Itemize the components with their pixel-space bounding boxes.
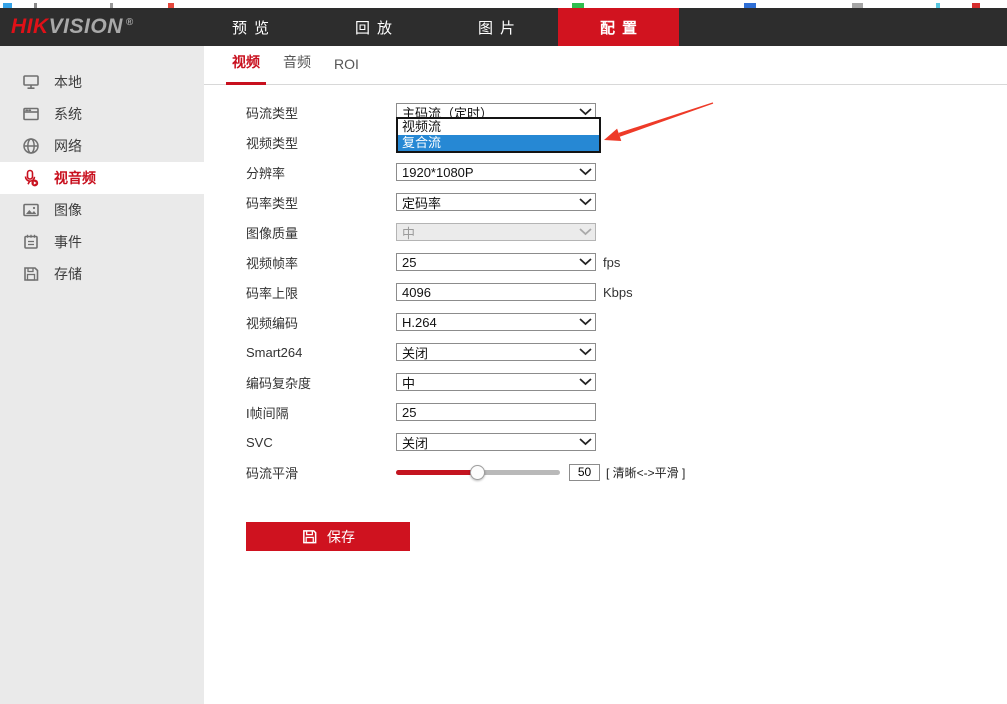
field-label: 码率类型 (246, 193, 396, 212)
field-label: 图像质量 (246, 223, 396, 242)
sidebar-item-network[interactable]: 网络 (0, 130, 204, 162)
tab-audio[interactable]: 音频 (277, 52, 317, 84)
field-label: 编码复杂度 (246, 373, 396, 392)
dropdown-option-video-stream[interactable]: 视频流 (398, 119, 599, 135)
row-max-bitrate: 码率上限 Kbps (246, 283, 806, 301)
smoothing-slider[interactable] (396, 463, 560, 481)
browser-bookmarks-strip (0, 0, 1007, 8)
chevron-down-icon (579, 258, 592, 266)
iframe-interval-input[interactable] (396, 403, 596, 421)
sidebar-item-audio-video[interactable]: 视音频 (0, 162, 204, 194)
row-bitrate-type: 码率类型 定码率 (246, 193, 806, 211)
storage-floppy-icon (21, 264, 41, 284)
save-button[interactable]: 保存 (246, 522, 410, 551)
sidebar-item-event[interactable]: 事件 (0, 226, 204, 258)
row-frame-rate: 视频帧率 25 fps (246, 253, 806, 271)
encoding-complexity-select[interactable]: 中 (396, 373, 596, 391)
field-label: 码流类型 (246, 103, 396, 122)
sidebar-item-label: 图像 (54, 200, 82, 220)
sidebar-item-local[interactable]: 本地 (0, 66, 204, 98)
sidebar-item-label: 事件 (54, 232, 82, 252)
chevron-down-icon (579, 348, 592, 356)
smoothing-hint-label: [ 清晰<->平滑 ] (606, 464, 685, 481)
field-label: 视频编码 (246, 313, 396, 332)
hikvision-logo: HIKVISION® (11, 8, 134, 46)
row-iframe-interval: I帧间隔 (246, 403, 806, 421)
sidebar-item-label: 存储 (54, 264, 82, 284)
logo-text-vision: VISION (49, 15, 123, 39)
bitrate-type-select[interactable]: 定码率 (396, 193, 596, 211)
save-button-label: 保存 (327, 527, 355, 547)
field-label: 码率上限 (246, 283, 396, 302)
row-image-quality: 图像质量 中 (246, 223, 806, 241)
settings-sidebar: 本地 系统 网络 视音频 图像 事件 存储 (0, 46, 204, 704)
sidebar-item-label: 本地 (54, 72, 82, 92)
video-settings-form: 码流类型 主码流（定时） 视频流 复合流 视频类型 (246, 103, 806, 493)
network-globe-icon (21, 136, 41, 156)
svc-select[interactable]: 关闭 (396, 433, 596, 451)
main-content: 视频 音频 ROI 码流类型 主码流（定时） 视频流 复合流 (204, 46, 1007, 704)
hikvision-config-page: HIKVISION® 预览 回放 图片 配置 本地 系统 网络 视音频 图像 (0, 0, 1007, 704)
unit-label-kbps: Kbps (603, 285, 633, 300)
tab-video[interactable]: 视频 (226, 52, 266, 84)
image-quality-select-disabled: 中 (396, 223, 596, 241)
field-label: 视频帧率 (246, 253, 396, 272)
chevron-down-icon (579, 228, 592, 236)
image-icon (21, 200, 41, 220)
frame-rate-select[interactable]: 25 (396, 253, 596, 271)
smoothing-value-input[interactable] (569, 464, 600, 481)
nav-tab-playback[interactable]: 回放 (313, 8, 434, 46)
nav-tab-picture[interactable]: 图片 (436, 8, 557, 46)
row-stream-type: 码流类型 主码流（定时） 视频流 复合流 (246, 103, 806, 121)
slider-fill (396, 470, 478, 475)
logo-text-hik: HIK (11, 15, 49, 39)
nav-tab-configuration[interactable]: 配置 (558, 8, 679, 46)
sidebar-item-image[interactable]: 图像 (0, 194, 204, 226)
sidebar-item-storage[interactable]: 存储 (0, 258, 204, 290)
row-encoding-complexity: 编码复杂度 中 (246, 373, 806, 391)
chevron-down-icon (579, 198, 592, 206)
sidebar-item-label: 网络 (54, 136, 82, 156)
chevron-down-icon (579, 378, 592, 386)
event-notepad-icon (21, 232, 41, 252)
chevron-down-icon (579, 168, 592, 176)
chevron-down-icon (579, 318, 592, 326)
row-video-encoding: 视频编码 H.264 (246, 313, 806, 331)
resolution-select[interactable]: 1920*1080P (396, 163, 596, 181)
top-navbar: HIKVISION® 预览 回放 图片 配置 (0, 8, 1007, 46)
sidebar-item-system[interactable]: 系统 (0, 98, 204, 130)
unit-label-fps: fps (603, 255, 620, 270)
registered-mark: ® (126, 17, 134, 28)
audio-video-mic-icon (21, 168, 41, 188)
sidebar-item-label: 系统 (54, 104, 82, 124)
row-stream-smoothing: 码流平滑 [ 清晰<->平滑 ] (246, 463, 806, 481)
field-label: Smart264 (246, 345, 396, 360)
chevron-down-icon (579, 108, 592, 116)
monitor-icon (21, 72, 41, 92)
field-label: 分辨率 (246, 163, 396, 182)
chevron-down-icon (579, 438, 592, 446)
field-label: SVC (246, 435, 396, 450)
row-smart264: Smart264 关闭 (246, 343, 806, 361)
tab-roi[interactable]: ROI (328, 56, 365, 84)
stream-type-dropdown-list: 视频流 复合流 (396, 117, 601, 153)
field-label: 视频类型 (246, 133, 396, 152)
field-label: 码流平滑 (246, 463, 396, 482)
sidebar-item-label: 视音频 (54, 168, 96, 188)
video-encoding-select[interactable]: H.264 (396, 313, 596, 331)
field-label: I帧间隔 (246, 403, 396, 422)
nav-tab-preview[interactable]: 预览 (190, 8, 311, 46)
max-bitrate-input[interactable] (396, 283, 596, 301)
dropdown-option-composite-stream[interactable]: 复合流 (398, 135, 599, 151)
row-resolution: 分辨率 1920*1080P (246, 163, 806, 181)
smart264-select[interactable]: 关闭 (396, 343, 596, 361)
video-settings-tabbar: 视频 音频 ROI (204, 46, 1007, 85)
row-svc: SVC 关闭 (246, 433, 806, 451)
save-floppy-icon (301, 528, 318, 545)
slider-thumb[interactable] (470, 465, 485, 480)
slider-track[interactable] (396, 470, 560, 475)
system-window-icon (21, 104, 41, 124)
